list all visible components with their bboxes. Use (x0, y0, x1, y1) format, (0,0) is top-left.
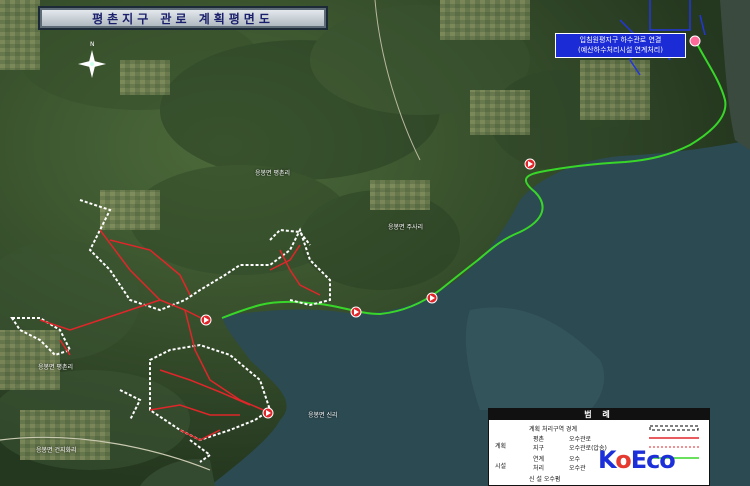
compass-north-label: N (90, 41, 95, 48)
pump-marker (200, 314, 212, 326)
village-label: 응봉면 평촌리 (38, 364, 74, 371)
map-title: 평촌지구 관로 계획평면도 (92, 11, 274, 26)
pump-marker (426, 292, 438, 304)
legend-row-item: 오수 (569, 456, 581, 463)
callout-line1: 입침원평지구 하수관로 연결 (579, 36, 662, 44)
legend-row-item: 오수관 (569, 465, 586, 472)
village-label: 응봉면 건지화리 (36, 447, 77, 454)
legend-gravity-swatch (649, 437, 699, 439)
callout-line2: (예산하수처리시설 연계처리) (578, 46, 663, 54)
koeco-logo: KoEco (598, 446, 694, 474)
legend-title: 범 례 (489, 409, 709, 420)
legend-bottom-row: 신 설 오수펌 (529, 476, 561, 483)
legend-group-plan: 계획 (495, 443, 507, 450)
logo-k: K (598, 446, 616, 474)
legend-boundary-label: 계획 처리구역 경계 (529, 426, 577, 433)
legend-row-sub: 평촌 (533, 436, 545, 443)
pump-marker (524, 158, 536, 170)
logo-eco: Eco (630, 446, 676, 474)
village-label: 응봉면 평촌리 (255, 170, 291, 177)
connection-callout: 입침원평지구 하수관로 연결 (예산하수처리시설 연계처리) (555, 33, 686, 58)
logo-o: o (615, 446, 631, 474)
legend-group-facility: 시설 (495, 463, 507, 470)
treatment-plant-marker (689, 35, 701, 47)
village-label: 응봉면 주사리 (388, 224, 424, 231)
pump-marker (350, 306, 362, 318)
legend-row-item: 오수관로 (569, 436, 592, 443)
legend-row-sub: 처리 (533, 465, 545, 472)
village-label: 응봉면 신리 (308, 412, 338, 419)
legend-row-sub: 연계 (533, 456, 545, 463)
legend-boundary-swatch (649, 425, 699, 431)
map-title-box: 평촌지구 관로 계획평면도 (38, 6, 328, 30)
pump-marker (262, 407, 274, 419)
legend-row-sub: 지구 (533, 445, 545, 452)
